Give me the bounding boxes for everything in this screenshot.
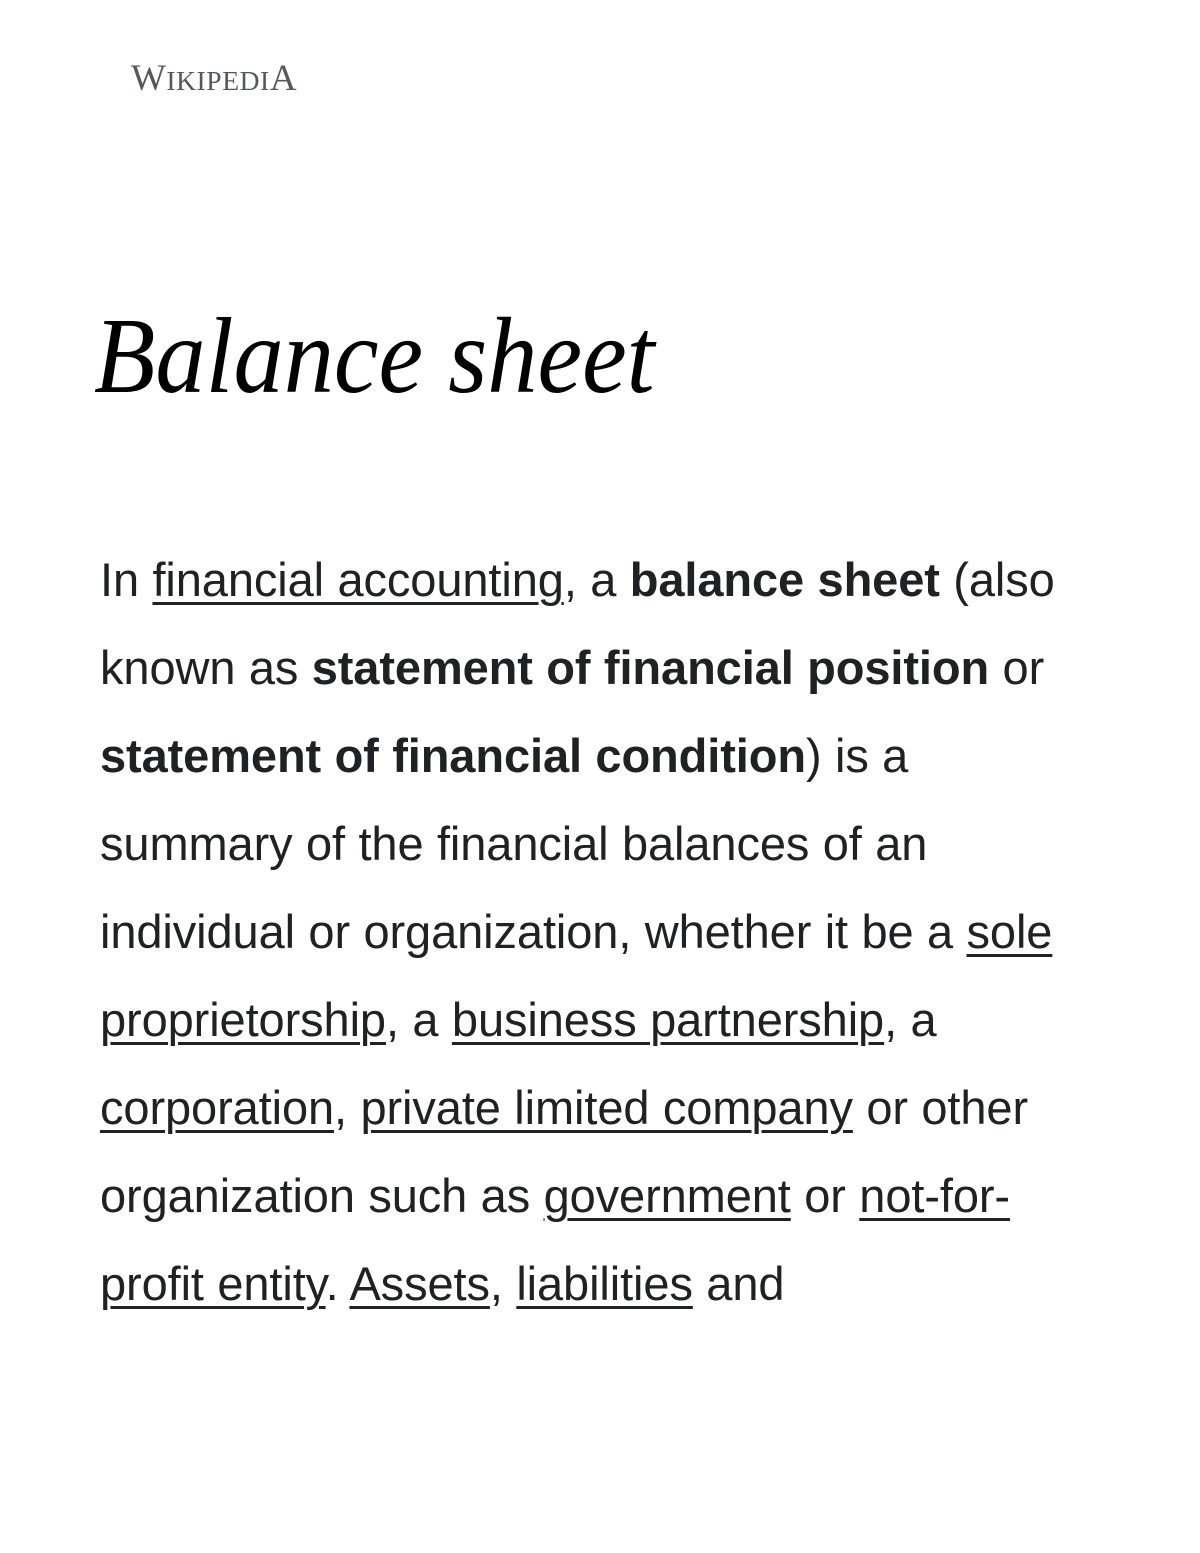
lead-bold-term: statement of financial condition: [100, 729, 806, 782]
lead-text: ,: [489, 1257, 517, 1310]
lead-text: , a: [884, 993, 937, 1046]
lead-text: or: [989, 641, 1045, 694]
lead-text: , a: [563, 553, 630, 606]
wordmark-first-letter: W: [131, 58, 167, 99]
wikipedia-wordmark[interactable]: WIKIPEDIA: [131, 60, 297, 97]
page-title: Balance sheet: [94, 297, 655, 417]
wiki-link[interactable]: private limited company: [360, 1081, 853, 1134]
wiki-link[interactable]: Assets: [349, 1257, 490, 1310]
lead-text: In: [100, 553, 153, 606]
article-body: In financial accounting, a balance sheet…: [100, 536, 1075, 1328]
lead-paragraph: In financial accounting, a balance sheet…: [100, 536, 1075, 1328]
lead-text: .: [325, 1257, 350, 1310]
article-page: WIKIPEDIA Balance sheet In financial acc…: [0, 0, 1200, 1553]
lead-text: or: [790, 1169, 860, 1222]
wiki-link[interactable]: business partnership: [452, 993, 884, 1046]
wiki-link[interactable]: government: [544, 1169, 791, 1222]
lead-text: and: [692, 1257, 785, 1310]
wiki-link[interactable]: liabilities: [516, 1257, 693, 1310]
lead-bold-term: statement of financial position: [311, 641, 990, 694]
wordmark-middle-letters: IKIPEDI: [166, 65, 270, 96]
wiki-link[interactable]: financial accounting: [152, 553, 563, 606]
lead-text: , a: [385, 993, 452, 1046]
wiki-link[interactable]: corporation: [100, 1081, 334, 1134]
lead-bold-term: balance sheet: [629, 553, 940, 606]
wordmark-last-letter: A: [269, 58, 297, 99]
lead-text: ,: [334, 1081, 361, 1134]
